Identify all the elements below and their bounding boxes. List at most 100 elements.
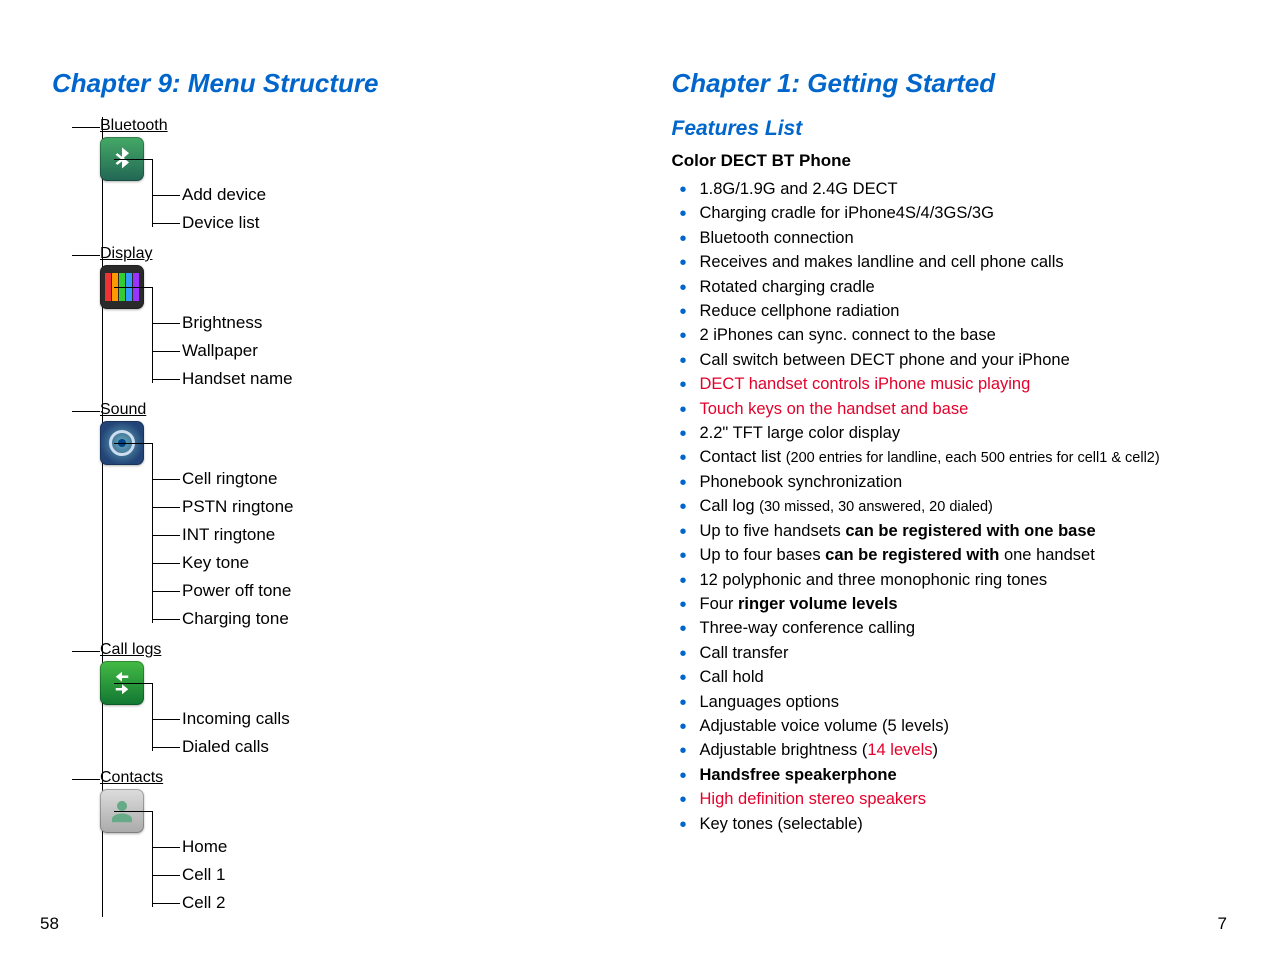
menu-sub-item: Cell 1 (182, 861, 612, 889)
feature-text: Call transfer (700, 644, 789, 662)
menu-sub-item: Cell 2 (182, 889, 612, 917)
menu-sub-item: Dialed calls (182, 733, 612, 761)
feature-item: Call transfer (696, 641, 1232, 665)
menu-group: Bluetooth Add deviceDevice list (82, 117, 612, 237)
feature-text: DECT handset controls iPhone music playi… (700, 375, 1031, 393)
left-page: Chapter 9: Menu Structure Bluetooth Add d… (0, 0, 642, 954)
features-list: 1.8G/1.9G and 2.4G DECT Charging cradle f… (672, 177, 1232, 836)
feature-item: Phonebook synchronization (696, 470, 1232, 494)
menu-group-label: Bluetooth (82, 117, 612, 135)
feature-item: 2.2" TFT large color display (696, 421, 1232, 445)
feature-text: Receives and makes landline and cell pho… (700, 253, 1064, 271)
feature-item: 12 polyphonic and three monophonic ring … (696, 568, 1232, 592)
feature-text: Touch keys on the handset and base (700, 400, 969, 418)
feature-item: Receives and makes landline and cell pho… (696, 250, 1232, 274)
feature-text: one handset (999, 546, 1094, 564)
feature-text: Up to four bases (700, 546, 826, 564)
feature-text: Adjustable voice volume (5 levels) (700, 717, 949, 735)
feature-text: can be registered with one base (845, 522, 1095, 540)
menu-sub-item: Add device (182, 181, 612, 209)
features-list-heading: Features List (672, 117, 1232, 141)
feature-text: 2 iPhones can sync. connect to the base (700, 326, 996, 344)
feature-text: ringer volume levels (738, 595, 898, 613)
product-name: Color DECT BT Phone (672, 151, 1232, 171)
feature-item: 1.8G/1.9G and 2.4G DECT (696, 177, 1232, 201)
menu-sub-item: Power off tone (182, 577, 612, 605)
feature-text: Up to five handsets (700, 522, 846, 540)
menu-sub-list: Add deviceDevice list (182, 181, 612, 237)
feature-text: Call hold (700, 668, 764, 686)
feature-item: High definition stereo speakers (696, 787, 1232, 811)
feature-text: Key tones (selectable) (700, 815, 863, 833)
feature-item: DECT handset controls iPhone music playi… (696, 372, 1232, 396)
chapter-9-title: Chapter 9: Menu Structure (52, 68, 612, 99)
menu-sub-item: Incoming calls (182, 705, 612, 733)
feature-text: Contact list (700, 448, 786, 466)
feature-text: Rotated charging cradle (700, 278, 875, 296)
menu-sub-list: HomeCell 1Cell 2 (182, 833, 612, 917)
menu-sub-list: BrightnessWallpaperHandset name (182, 309, 612, 393)
feature-item: Key tones (selectable) (696, 812, 1232, 836)
feature-item: Four ringer volume levels (696, 592, 1232, 616)
feature-text: 1.8G/1.9G and 2.4G DECT (700, 180, 898, 198)
feature-text: (30 missed, 30 answered, 20 dialed) (759, 499, 993, 515)
menu-group: Contacts HomeCell 1Cell 2 (82, 769, 612, 917)
feature-text: Languages options (700, 693, 839, 711)
menu-group: Sound Cell ringtonePSTN ringtoneINT ringt… (82, 401, 612, 633)
menu-group: Display BrightnessWallpaperHandset name (82, 245, 612, 393)
menu-sub-item: Brightness (182, 309, 612, 337)
feature-item: Handsfree speakerphone (696, 763, 1232, 787)
menu-sub-item: Wallpaper (182, 337, 612, 365)
menu-sub-item: Cell ringtone (182, 465, 612, 493)
feature-item: Call log (30 missed, 30 answered, 20 dia… (696, 494, 1232, 518)
page-number-left: 58 (40, 914, 59, 934)
feature-item: Up to four bases can be registered with … (696, 543, 1232, 567)
menu-sub-item: Key tone (182, 549, 612, 577)
menu-sub-list: Cell ringtonePSTN ringtoneINT ringtoneKe… (182, 465, 612, 633)
feature-item: Contact list (200 entries for landline, … (696, 445, 1232, 469)
feature-item: Charging cradle for iPhone4S/4/3GS/3G (696, 201, 1232, 225)
feature-text: 12 polyphonic and three monophonic ring … (700, 571, 1048, 589)
two-page-spread: Chapter 9: Menu Structure Bluetooth Add d… (0, 0, 1271, 954)
feature-text: (200 entries for landline, each 500 entr… (786, 450, 1160, 466)
menu-tree: Bluetooth Add deviceDevice list Display Bri… (82, 117, 612, 917)
feature-item: Up to five handsets can be registered wi… (696, 519, 1232, 543)
menu-sub-item: Home (182, 833, 612, 861)
feature-text: 14 levels (867, 741, 932, 759)
menu-sub-list: Incoming callsDialed calls (182, 705, 612, 761)
menu-group-label: Display (82, 245, 612, 263)
feature-text: Charging cradle for iPhone4S/4/3GS/3G (700, 204, 994, 222)
feature-text: Call log (700, 497, 760, 515)
menu-group-label: Sound (82, 401, 612, 419)
menu-sub-item: Device list (182, 209, 612, 237)
feature-item: Three-way conference calling (696, 616, 1232, 640)
feature-text: can be registered with (825, 546, 999, 564)
feature-text: Reduce cellphone radiation (700, 302, 900, 320)
menu-sub-item: Handset name (182, 365, 612, 393)
menu-group-label: Contacts (82, 769, 612, 787)
feature-text: Phonebook synchronization (700, 473, 903, 491)
feature-text: Four (700, 595, 739, 613)
feature-text: High definition stereo speakers (700, 790, 927, 808)
feature-item: Rotated charging cradle (696, 275, 1232, 299)
menu-group-label: Call logs (82, 641, 612, 659)
page-number-right: 7 (1218, 914, 1227, 934)
menu-sub-item: PSTN ringtone (182, 493, 612, 521)
feature-item: 2 iPhones can sync. connect to the base (696, 323, 1232, 347)
feature-item: Call switch between DECT phone and your … (696, 348, 1232, 372)
feature-item: Adjustable brightness (14 levels) (696, 738, 1232, 762)
feature-item: Languages options (696, 690, 1232, 714)
feature-text: 2.2" TFT large color display (700, 424, 901, 442)
feature-text: Handsfree speakerphone (700, 766, 897, 784)
feature-text: Adjustable brightness ( (700, 741, 868, 759)
feature-text: Three-way conference calling (700, 619, 916, 637)
menu-sub-item: INT ringtone (182, 521, 612, 549)
chapter-1-title: Chapter 1: Getting Started (672, 68, 1232, 99)
feature-item: Touch keys on the handset and base (696, 397, 1232, 421)
feature-text: ) (932, 741, 938, 759)
feature-item: Bluetooth connection (696, 226, 1232, 250)
feature-item: Adjustable voice volume (5 levels) (696, 714, 1232, 738)
feature-text: Bluetooth connection (700, 229, 854, 247)
feature-text: Call switch between DECT phone and your … (700, 351, 1070, 369)
feature-item: Reduce cellphone radiation (696, 299, 1232, 323)
